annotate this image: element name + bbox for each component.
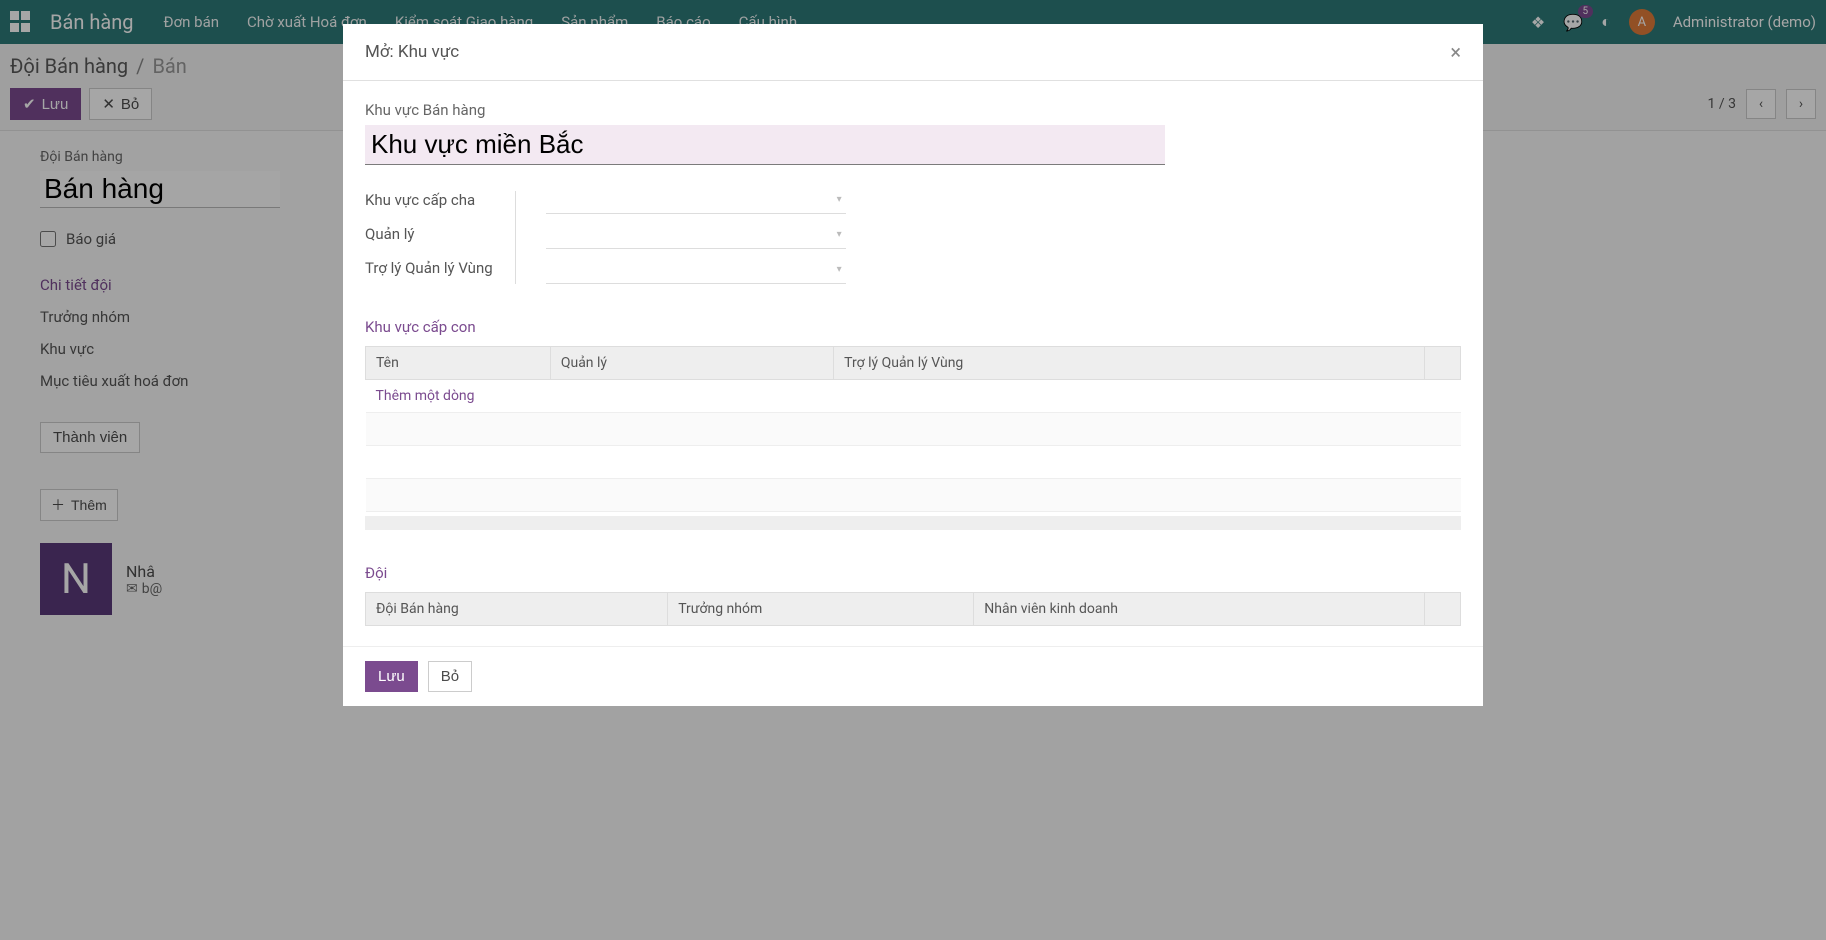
col-manager[interactable]: Quản lý [550, 347, 833, 380]
modal-region: Mở: Khu vực × Khu vực Bán hàng Khu vực c… [343, 24, 1483, 706]
modal-discard-button[interactable]: Bỏ [428, 661, 472, 692]
parent-region-select[interactable] [546, 191, 846, 214]
col-leader[interactable]: Trưởng nhóm [668, 593, 974, 626]
col-name[interactable]: Tên [366, 347, 551, 380]
teams-header: Đội [365, 564, 1461, 582]
add-line-link[interactable]: Thêm một dòng [376, 388, 475, 404]
children-header: Khu vực cấp con [365, 318, 1461, 336]
region-name-label: Khu vực Bán hàng [365, 101, 1461, 119]
teams-table: Đội Bán hàng Trưởng nhóm Nhân viên kinh … [365, 592, 1461, 626]
col-assistant[interactable]: Trợ lý Quản lý Vùng [834, 347, 1425, 380]
manager-select[interactable] [546, 226, 846, 249]
col-team[interactable]: Đội Bán hàng [366, 593, 668, 626]
assistant-label: Trợ lý Quản lý Vùng [365, 259, 493, 277]
modal-overlay: Mở: Khu vực × Khu vực Bán hàng Khu vực c… [0, 0, 1826, 940]
modal-save-button[interactable]: Lưu [365, 661, 418, 692]
modal-title: Mở: Khu vực [365, 42, 459, 62]
modal-close-button[interactable]: × [1450, 40, 1461, 64]
children-table: Tên Quản lý Trợ lý Quản lý Vùng Thêm một… [365, 346, 1461, 512]
col-actions [1425, 347, 1461, 380]
scrollbar-track[interactable] [365, 516, 1461, 530]
parent-region-label: Khu vực cấp cha [365, 191, 493, 209]
region-name-input[interactable] [365, 125, 1165, 165]
manager-label: Quản lý [365, 225, 493, 243]
col-salesperson[interactable]: Nhân viên kinh doanh [974, 593, 1425, 626]
assistant-select[interactable] [546, 261, 846, 284]
col-actions2 [1425, 593, 1461, 626]
